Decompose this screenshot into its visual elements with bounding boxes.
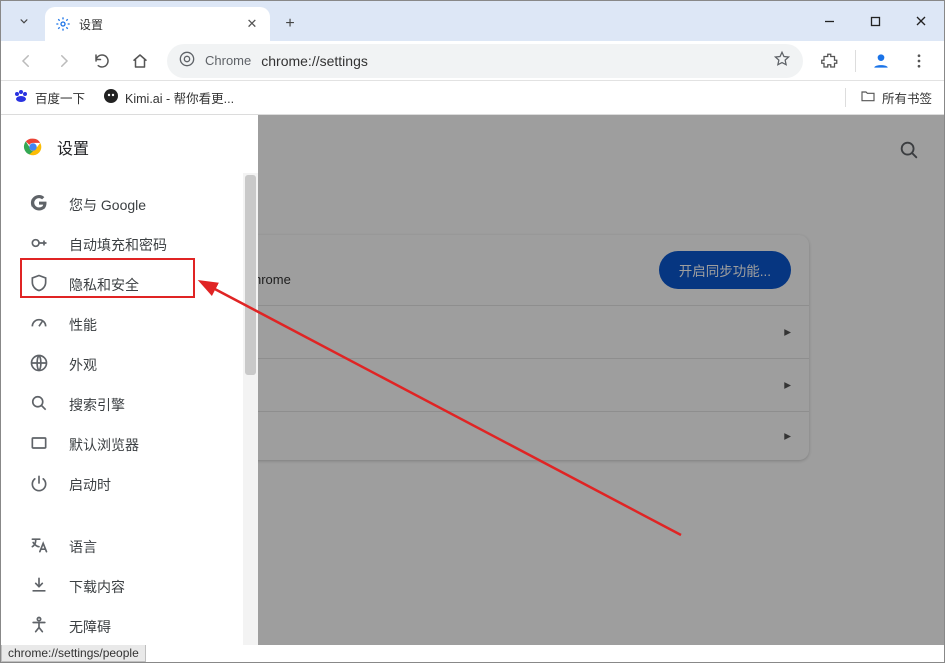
home-button[interactable] [123,44,157,78]
sidebar-item-label: 外观 [69,355,97,375]
bookmark-label: Kimi.ai - 帮你看更... [125,88,234,107]
google-g-icon [29,193,49,216]
back-button[interactable] [9,44,43,78]
sidebar-header: 设置 [1,115,258,179]
accessibility-icon [29,615,49,638]
divider [855,50,856,72]
sidebar-item-language[interactable]: 语言 [1,527,258,567]
window-titlebar: 设置 ✕ + [1,1,944,41]
download-icon [29,575,49,598]
tab-title: 设置 [79,16,236,33]
bookmark-item[interactable]: Kimi.ai - 帮你看更... [103,88,234,107]
forward-button[interactable] [47,44,81,78]
scrollbar[interactable] [243,173,258,645]
all-bookmarks-button[interactable]: 所有书签 [845,88,932,107]
chrome-icon [179,51,195,70]
folder-icon [860,88,876,107]
menu-button[interactable] [902,44,936,78]
sidebar-item-label: 下载内容 [69,577,125,597]
shield-icon [29,273,49,296]
sidebar-title: 设置 [57,135,89,159]
sidebar-item-label: 启动时 [69,475,111,495]
browser-toolbar: Chrome chrome://settings [1,41,944,81]
sidebar-list: 您与 Google 自动填充和密码 隐私和安全 性能 外观 搜索引擎 [1,179,258,645]
baidu-icon [13,88,29,107]
sidebar-item-downloads[interactable]: 下载内容 [1,567,258,607]
address-url: chrome://settings [261,53,763,69]
maximize-button[interactable] [852,1,898,41]
all-bookmarks-label: 所有书签 [882,88,932,107]
profile-button[interactable] [864,44,898,78]
browser-tab[interactable]: 设置 ✕ [45,7,270,41]
bookmark-label: 百度一下 [35,88,85,107]
sidebar-item-appearance[interactable]: 外观 [1,345,258,385]
sidebar-item-privacy[interactable]: 隐私和安全 [1,265,258,305]
sidebar-item-label: 语言 [69,537,97,557]
sidebar-item-label: 性能 [69,315,97,335]
sidebar-item-startup[interactable]: 启动时 [1,465,258,505]
extensions-button[interactable] [813,44,847,78]
translate-icon [29,535,49,558]
bookmark-item[interactable]: 百度一下 [13,88,85,107]
sidebar-item-search[interactable]: 搜索引擎 [1,385,258,425]
sidebar-item-label: 无障碍 [69,617,111,637]
status-bar: chrome://settings/people [1,643,146,662]
sidebar-item-label: 您与 Google [69,195,146,215]
gear-icon [55,16,71,32]
power-icon [29,473,49,496]
search-icon [29,393,49,416]
address-label: Chrome [205,53,251,68]
close-window-button[interactable] [898,1,944,41]
key-icon [29,233,49,256]
window-icon [29,433,49,456]
new-tab-button[interactable]: + [276,10,304,38]
reload-button[interactable] [85,44,119,78]
sidebar-item-performance[interactable]: 性能 [1,305,258,345]
sidebar-item-accessibility[interactable]: 无障碍 [1,607,258,645]
sidebar-item-label: 自动填充和密码 [69,235,167,255]
scrollbar-thumb[interactable] [245,175,256,375]
tab-search-dropdown[interactable] [9,6,39,36]
settings-sidebar: 设置 您与 Google 自动填充和密码 隐私和安全 性能 外观 [1,115,258,645]
sidebar-item-label: 默认浏览器 [69,435,139,455]
kimi-icon [103,88,119,107]
sidebar-item-label: 搜索引擎 [69,395,125,415]
address-bar[interactable]: Chrome chrome://settings [167,44,803,78]
close-icon[interactable]: ✕ [244,16,260,32]
star-icon[interactable] [773,50,791,71]
sidebar-item-you-and-google[interactable]: 您与 Google [1,185,258,225]
sidebar-item-default-browser[interactable]: 默认浏览器 [1,425,258,465]
content-area: Google 的智能技术 同步并个性化设置 Chrome 开启同步功能... 服… [1,115,944,645]
globe-icon [29,353,49,376]
sidebar-item-autofill[interactable]: 自动填充和密码 [1,225,258,265]
bookmarks-bar: 百度一下 Kimi.ai - 帮你看更... 所有书签 [1,81,944,115]
speedometer-icon [29,313,49,336]
window-controls [806,1,944,41]
chrome-logo-icon [23,137,43,157]
sidebar-item-label: 隐私和安全 [69,275,139,295]
status-url: chrome://settings/people [8,646,139,660]
minimize-button[interactable] [806,1,852,41]
